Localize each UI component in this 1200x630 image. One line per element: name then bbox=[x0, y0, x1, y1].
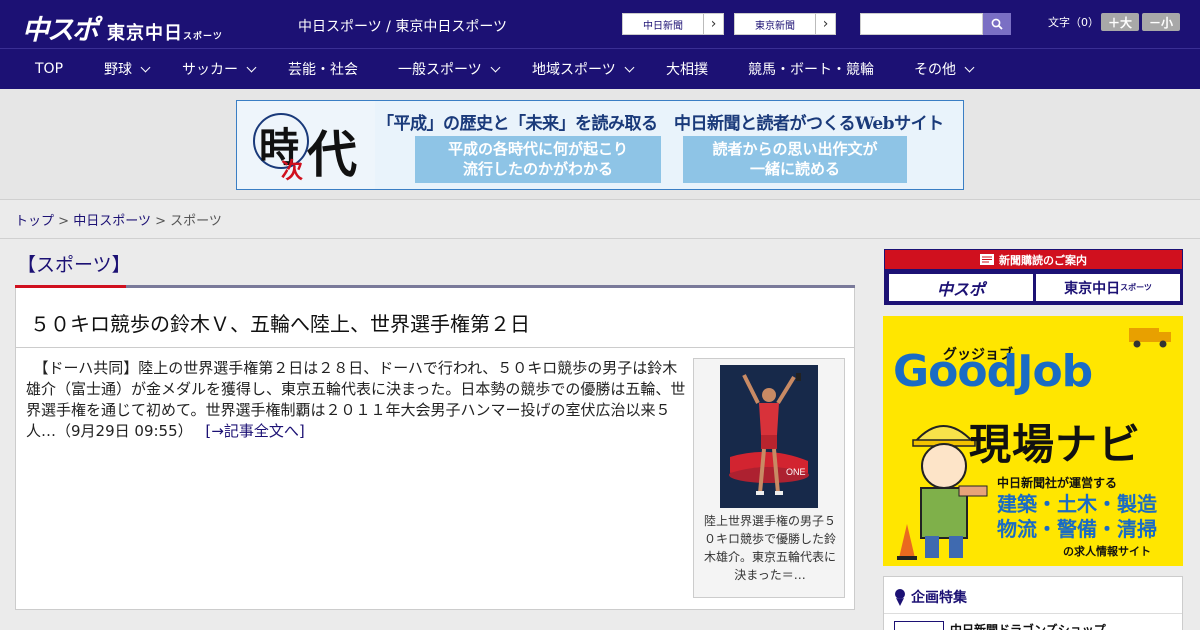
read-full-article-link[interactable]: [→記事全文へ] bbox=[205, 422, 304, 440]
section-title: 【スポーツ】 bbox=[17, 254, 131, 276]
chevron-down-icon bbox=[624, 62, 635, 72]
site-name-link[interactable]: 中日スポーツ / 東京中日スポーツ bbox=[298, 16, 507, 36]
font-larger-button[interactable]: ＋大 bbox=[1101, 13, 1139, 31]
goodjob-categories-1: 建築・土木・製造 bbox=[997, 492, 1157, 516]
nav-racing[interactable]: 競馬・ボート・競輪 bbox=[748, 49, 874, 89]
subscription-box: 新聞購読のご案内 中スポ 東京中日 スポーツ bbox=[884, 249, 1183, 305]
subscribe-tokyo-chunichi-label: 東京中日 bbox=[1064, 280, 1121, 297]
banner-box-essays-line1: 読者からの思い出作文が bbox=[712, 140, 878, 158]
breadcrumb-top[interactable]: トップ bbox=[15, 214, 54, 229]
nav-entertainment-label: 芸能・社会 bbox=[288, 62, 358, 78]
subscribe-tokyo-chunichi-small: スポーツ bbox=[1120, 283, 1152, 292]
banner-box-essays: 読者からの思い出作文が 一緒に読める bbox=[683, 136, 907, 183]
jijidai-banner[interactable]: 時 次 代 「平成」の歴史と「未来」を読み取る 中日新聞と読者がつくるWebサイ… bbox=[236, 100, 964, 190]
goodjob-categories: 建築・土木・製造 物流・警備・清掃 bbox=[997, 492, 1157, 542]
subscribe-chuspo-button[interactable]: 中スポ bbox=[889, 274, 1033, 301]
nav-entertainment[interactable]: 芸能・社会 bbox=[288, 49, 358, 89]
nav-top[interactable]: TOP bbox=[35, 49, 63, 89]
article-title[interactable]: ５０キロ競歩の鈴木Ｖ、五輪へ陸上、世界選手権第２日 bbox=[30, 308, 530, 337]
nav-general-sports-label: 一般スポーツ bbox=[398, 62, 482, 78]
nav-general-sports[interactable]: 一般スポーツ bbox=[398, 49, 501, 89]
banner-area: 時 次 代 「平成」の歴史と「未来」を読み取る 中日新聞と読者がつくるWebサイ… bbox=[0, 89, 1200, 200]
breadcrumb-separator: > bbox=[58, 214, 70, 229]
subscription-title-label: 新聞購読のご案内 bbox=[999, 253, 1087, 267]
chevron-right-icon: › bbox=[815, 14, 835, 34]
chevron-down-icon bbox=[964, 62, 975, 72]
nav-top-label: TOP bbox=[35, 61, 64, 77]
banner-kanji-dai: 代 bbox=[307, 125, 357, 184]
article-summary: 【ドーハ共同】陸上の世界選手権第２日は２８日、ドーハで行われ、５０キロ競歩の男子… bbox=[26, 359, 686, 440]
nav-other-label: その他 bbox=[914, 62, 956, 78]
nav-soccer[interactable]: サッカー bbox=[182, 49, 257, 89]
goodjob-subtitle: 中日新聞社が運営する bbox=[997, 476, 1118, 490]
article-photo-caption: 陸上世界選手権の男子５０キロ競歩で優勝した鈴木雄介。東京五輪代表に決まった＝… bbox=[703, 514, 836, 582]
site-logo[interactable]: 中スポ 東京中日スポーツ bbox=[22, 8, 223, 47]
chunichi-shimbun-button[interactable]: 中日新聞 › bbox=[622, 13, 724, 35]
nav-sumo[interactable]: 大相撲 bbox=[666, 49, 708, 89]
special-features-title-label: 企画特集 bbox=[911, 590, 967, 606]
logo-chuspo: 中スポ bbox=[22, 15, 99, 46]
truck-icon bbox=[1129, 328, 1171, 348]
banner-logo: 時 次 代 bbox=[237, 101, 375, 189]
banner-headline: 「平成」の歴史と「未来」を読み取る 中日新聞と読者がつくるWebサイト bbox=[377, 114, 944, 134]
search-icon bbox=[991, 18, 1003, 30]
article-photo-box[interactable]: ONE 陸上世界選手権の男子５０キロ競歩で優勝した鈴木雄介。東京五輪代表に決まっ… bbox=[693, 358, 845, 598]
breadcrumb-separator: > bbox=[155, 214, 166, 229]
banner-box-history-line2: 流行したのかがわかる bbox=[462, 160, 613, 178]
ribbon-icon bbox=[895, 589, 905, 606]
tokyo-shimbun-button[interactable]: 東京新聞 › bbox=[734, 13, 836, 35]
goodjob-ad[interactable]: グッジョブ GoodJob 現場ナビ 中日新聞社が運営する 建築・土木・製造 物… bbox=[883, 316, 1183, 566]
svg-text:ONE: ONE bbox=[786, 467, 806, 477]
nav-soccer-label: サッカー bbox=[182, 62, 238, 78]
dragons-shop-thumb bbox=[894, 621, 944, 630]
special-features-box: 企画特集 中日新聞ドラゴンズショップ bbox=[883, 576, 1183, 630]
goodjob-categories-2: 物流・警備・清掃 bbox=[997, 517, 1157, 541]
nav-local-sports-label: 地域スポーツ bbox=[532, 62, 616, 78]
nav-other[interactable]: その他 bbox=[914, 49, 975, 89]
top-header: 中スポ 東京中日スポーツ 中日スポーツ / 東京中日スポーツ 中日新聞 › 東京… bbox=[0, 0, 1200, 48]
nav-racing-label: 競馬・ボート・競輪 bbox=[748, 62, 874, 78]
newspaper-icon bbox=[980, 254, 994, 265]
font-size-label: 文字（0） bbox=[1048, 16, 1099, 29]
banner-box-essays-line2: 一緒に読める bbox=[749, 160, 840, 178]
special-features-title: 企画特集 bbox=[894, 587, 967, 607]
subscription-title: 新聞購読のご案内 bbox=[885, 250, 1182, 269]
nav-baseball[interactable]: 野球 bbox=[104, 49, 151, 89]
goodjob-genba: 現場ナビ bbox=[969, 420, 1142, 469]
breadcrumb-chunichi-sports[interactable]: 中日スポーツ bbox=[73, 214, 151, 229]
special-feature-dragons-shop[interactable]: 中日新聞ドラゴンズショップ bbox=[950, 621, 1106, 630]
tokyo-shimbun-label: 東京新聞 bbox=[755, 20, 795, 32]
breadcrumb: トップ > 中日スポーツ > スポーツ bbox=[15, 210, 222, 229]
nav-sumo-label: 大相撲 bbox=[666, 62, 708, 78]
chevron-down-icon bbox=[246, 62, 257, 72]
breadcrumb-divider bbox=[0, 238, 1200, 239]
special-features-divider bbox=[884, 613, 1182, 614]
nav-local-sports[interactable]: 地域スポーツ bbox=[532, 49, 635, 89]
search-input[interactable] bbox=[860, 13, 983, 35]
main-nav: TOP 野球 サッカー 芸能・社会 一般スポーツ 地域スポーツ 大相撲 競馬・ボ… bbox=[0, 48, 1200, 89]
chevron-right-icon: › bbox=[703, 14, 723, 34]
font-smaller-button[interactable]: －小 bbox=[1142, 13, 1180, 31]
chevron-down-icon bbox=[490, 62, 501, 72]
article-card: ５０キロ競歩の鈴木Ｖ、五輪へ陸上、世界選手権第２日 【ドーハ共同】陸上の世界選手… bbox=[15, 288, 855, 610]
article-divider bbox=[16, 347, 854, 348]
banner-box-history: 平成の各時代に何が起こり 流行したのかがわかる bbox=[415, 136, 661, 183]
article-photo: ONE bbox=[720, 365, 818, 508]
nav-baseball-label: 野球 bbox=[104, 62, 132, 78]
goodjob-title: GoodJob bbox=[893, 346, 1093, 397]
logo-tokyo-chunichi: 東京中日スポーツ bbox=[107, 23, 223, 44]
banner-kanji-tsugi: 次 bbox=[281, 158, 304, 184]
article-body: 【ドーハ共同】陸上の世界選手権第２日は２８日、ドーハで行われ、５０キロ競歩の男子… bbox=[26, 358, 690, 442]
breadcrumb-current: スポーツ bbox=[170, 214, 222, 229]
goodjob-footer: の求人情報サイト bbox=[1063, 545, 1151, 558]
subscribe-tokyo-chunichi-button[interactable]: 東京中日 スポーツ bbox=[1036, 274, 1180, 301]
race-walker-illustration: ONE bbox=[720, 365, 818, 508]
banner-box-history-line1: 平成の各時代に何が起こり bbox=[447, 140, 628, 158]
chevron-down-icon bbox=[140, 62, 151, 72]
chunichi-shimbun-label: 中日新聞 bbox=[643, 20, 683, 32]
search-button[interactable] bbox=[983, 13, 1011, 35]
